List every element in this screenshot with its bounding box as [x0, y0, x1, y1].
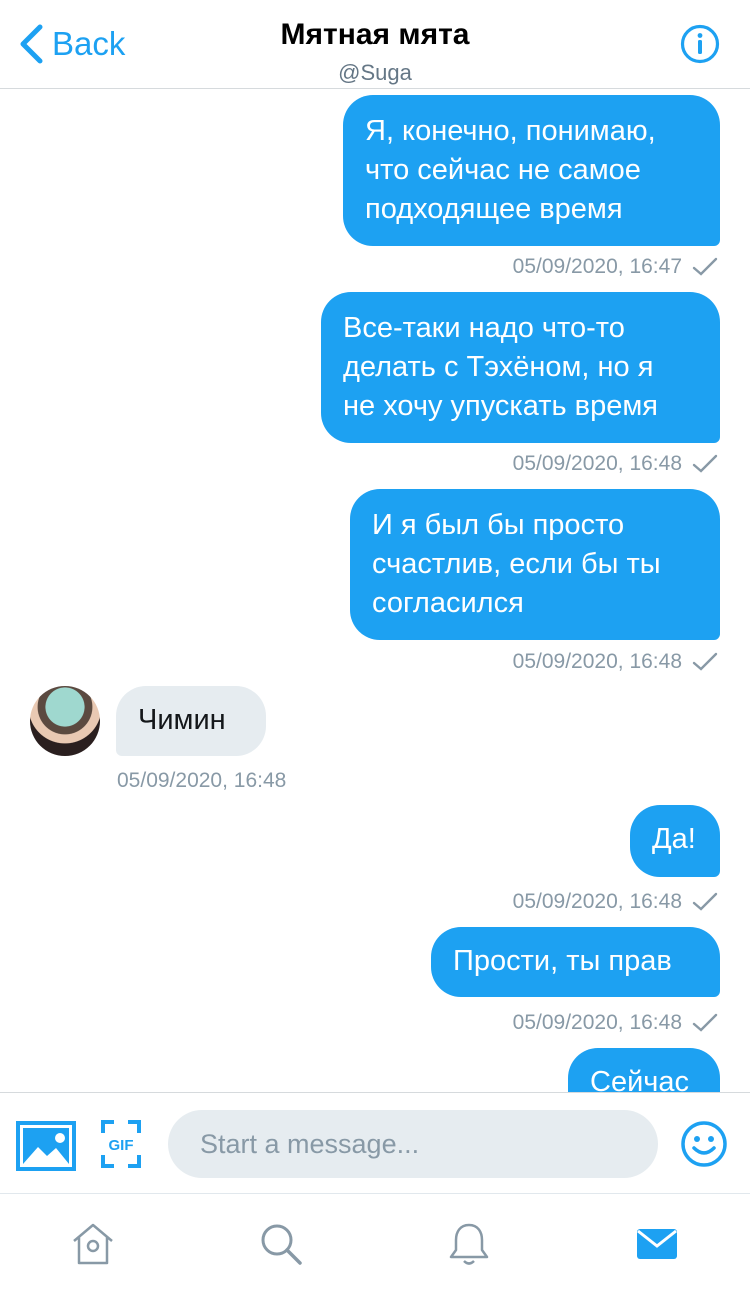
message-line: Все-таки надо что-то — [343, 312, 625, 344]
message-line: Да! — [652, 823, 696, 855]
message-bubble-outgoing[interactable]: Прости, ты прав — [431, 927, 720, 997]
image-icon[interactable] — [16, 1121, 76, 1171]
conversation-header: Back Мятная мята @Suga — [0, 0, 750, 89]
message-line: Чимин — [138, 704, 226, 736]
message-input[interactable] — [168, 1110, 658, 1178]
mail-icon[interactable] — [634, 1221, 680, 1267]
message-bubble-incoming[interactable]: Чимин — [116, 686, 266, 756]
search-icon[interactable] — [258, 1221, 304, 1267]
bell-icon[interactable] — [446, 1221, 492, 1267]
message-line: делать с Тэхёном, но я — [343, 351, 654, 383]
message-timestamp: 05/09/2020, 16:48 — [512, 890, 682, 913]
message-composer: GIF — [0, 1092, 750, 1194]
info-icon[interactable] — [680, 24, 720, 64]
message-timestamp: 05/09/2020, 16:48 — [512, 650, 682, 673]
message-timestamp: 05/09/2020, 16:47 — [512, 255, 682, 278]
checkmark-icon — [692, 652, 718, 671]
gif-label: GIF — [109, 1137, 134, 1154]
message-bubble-outgoing[interactable]: Я, конечно, понимаю, что сейчас не самое… — [343, 95, 720, 246]
bottom-tab-bar — [0, 1194, 750, 1294]
message-bubble-outgoing[interactable]: И я был бы просто счастлив, если бы ты с… — [350, 489, 720, 640]
message-timestamp: 05/09/2020, 16:48 — [512, 452, 682, 475]
message-timestamp: 05/09/2020, 16:48 — [512, 1011, 682, 1034]
message-list[interactable]: Я, конечно, понимаю, что сейчас не самое… — [0, 89, 750, 1092]
checkmark-icon — [692, 1013, 718, 1032]
conversation-title: Мятная мята — [280, 18, 470, 51]
message-meta: 05/09/2020, 16:48 — [513, 452, 718, 476]
gif-icon[interactable]: GIF — [100, 1119, 142, 1169]
avatar[interactable] — [30, 686, 100, 756]
message-line: Сейчас — [590, 1066, 690, 1092]
message-line: не хочу упускать время — [343, 390, 658, 422]
message-meta: 05/09/2020, 16:48 — [513, 890, 718, 914]
message-bubble-outgoing[interactable]: Все-таки надо что-то делать с Тэхёном, н… — [321, 292, 720, 443]
message-line: что сейчас не самое — [365, 154, 641, 186]
message-meta: 05/09/2020, 16:48 — [513, 650, 718, 674]
message-meta: 05/09/2020, 16:47 — [513, 255, 718, 279]
conversation-handle: @Suga — [338, 60, 412, 85]
message-timestamp: 05/09/2020, 16:48 — [117, 769, 287, 792]
message-line: подходящее время — [365, 193, 623, 225]
checkmark-icon — [692, 892, 718, 911]
message-line: согласился — [372, 587, 524, 619]
home-icon[interactable] — [70, 1221, 116, 1267]
message-line: Я, конечно, понимаю, — [365, 115, 656, 147]
message-bubble-outgoing[interactable]: Да! — [630, 805, 720, 877]
message-meta: 05/09/2020, 16:48 — [513, 1011, 718, 1035]
checkmark-icon — [692, 257, 718, 276]
message-line: счастлив, если бы ты — [372, 548, 661, 580]
message-line: И я был бы просто — [372, 509, 625, 541]
message-line: Прости, ты прав — [453, 945, 672, 977]
message-bubble-outgoing[interactable]: Сейчас — [568, 1048, 720, 1092]
emoji-icon[interactable] — [680, 1120, 728, 1168]
checkmark-icon — [692, 454, 718, 473]
